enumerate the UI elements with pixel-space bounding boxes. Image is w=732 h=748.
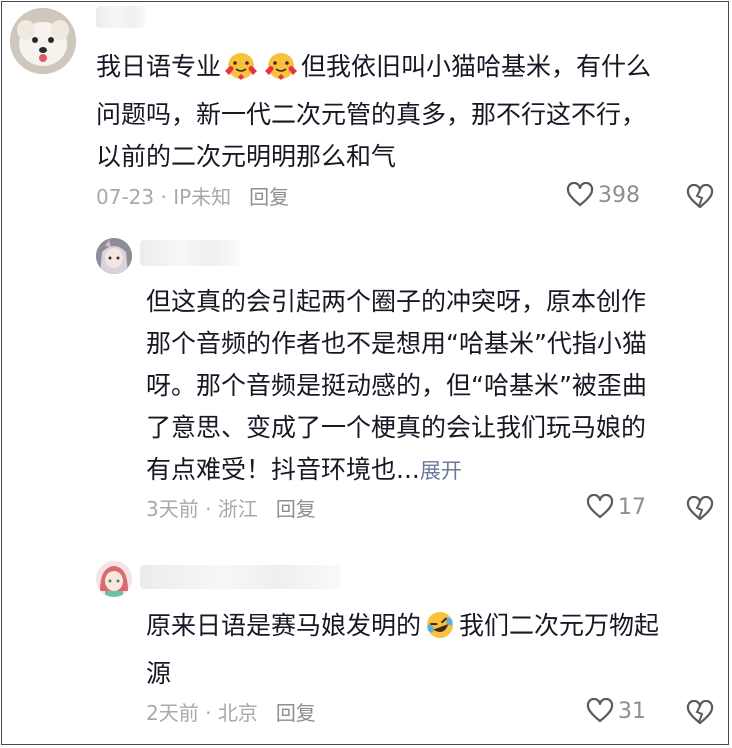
comment-meta: 2天前 · 北京 回复 xyxy=(146,701,316,725)
comment-date: 2天前 xyxy=(146,701,199,725)
dislike-button[interactable] xyxy=(686,699,714,730)
heart-icon xyxy=(566,182,594,207)
smiling-face-with-hearts-emoji xyxy=(221,51,261,94)
comment-location: IP未知 xyxy=(173,185,232,209)
comment-text: 我日语专业 但我依旧叫小猫哈基米，有什么 问题吗，新一代二次元管的真多，那不行这不… xyxy=(96,51,652,171)
nickname-blurred[interactable] xyxy=(96,6,146,28)
like-count: 398 xyxy=(598,182,640,208)
reply-button[interactable]: 回复 xyxy=(276,497,316,521)
comment-location: 浙江 xyxy=(217,497,258,521)
like-button[interactable]: 31 xyxy=(586,698,646,724)
dislike-button[interactable] xyxy=(686,183,714,214)
avatar[interactable] xyxy=(96,561,132,597)
like-count: 17 xyxy=(618,494,646,520)
heart-icon xyxy=(586,698,614,723)
dislike-heart-icon xyxy=(686,699,714,725)
heart-icon xyxy=(586,494,614,519)
avatar[interactable] xyxy=(10,8,76,74)
nickname-blurred[interactable] xyxy=(140,565,340,589)
comment-text: 但这真的会引起两个圈子的冲突呀，原本创作 那个音频的作者也不是想用“哈基米”代指… xyxy=(146,287,647,484)
nickname-blurred[interactable] xyxy=(140,240,240,266)
like-button[interactable]: 398 xyxy=(566,182,640,208)
comment-date: 3天前 xyxy=(146,497,199,521)
avatar[interactable] xyxy=(96,238,132,274)
smiling-face-with-hearts-emoji xyxy=(261,51,301,94)
comment-text: 原来日语是赛马娘发明的 我们二次元万物起 源 xyxy=(146,605,659,695)
reply-button[interactable]: 回复 xyxy=(249,185,289,209)
comment-meta: 07-23 · IP未知 回复 xyxy=(96,185,290,209)
rolling-on-floor-laughing-emoji xyxy=(421,610,459,653)
reply-button[interactable]: 回复 xyxy=(276,701,316,725)
dislike-button[interactable] xyxy=(686,495,714,526)
like-button[interactable]: 17 xyxy=(586,494,646,520)
comment-location: 北京 xyxy=(217,701,258,725)
comment-date: 07-23 xyxy=(96,185,155,209)
dislike-heart-icon xyxy=(686,183,714,209)
comment-meta: 3天前 · 浙江 回复 xyxy=(146,497,316,521)
like-count: 31 xyxy=(618,698,646,724)
expand-button[interactable]: 展开 xyxy=(420,459,462,483)
dislike-heart-icon xyxy=(686,495,714,521)
